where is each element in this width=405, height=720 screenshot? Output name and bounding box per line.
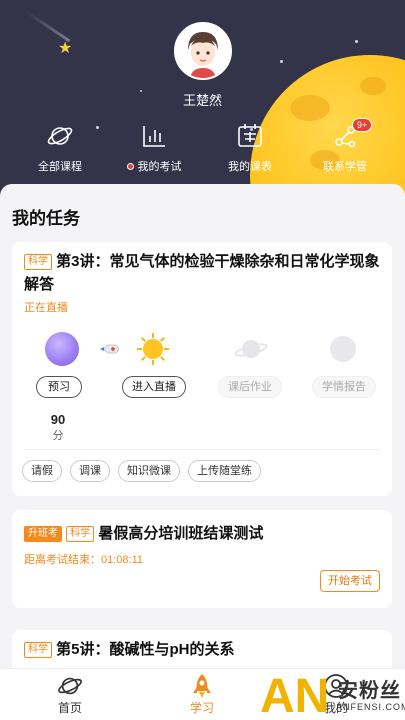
nav-contact-manager[interactable]: 9+ 联系学管 [300, 118, 390, 174]
contact-badge: 9+ [352, 118, 373, 132]
tab-home[interactable]: 首页 [30, 673, 110, 716]
nav-label: 全部课程 [38, 161, 82, 173]
contact-icon [300, 120, 390, 152]
planet-icon [15, 120, 105, 152]
leave-button[interactable]: 请假 [22, 460, 62, 482]
profile-header: ★ 王楚然 全部课程 我的考试 我的课表 9+ 联系学管 [0, 0, 405, 200]
score-unit: 分 [52, 430, 64, 442]
live-status: 正在直播 [24, 302, 68, 314]
schedule-icon [205, 120, 295, 152]
sun-icon [136, 332, 170, 366]
task-actions: 请假 调课 知识微课 上传随堂练 [22, 460, 261, 482]
preview-button[interactable]: 预习 [36, 376, 82, 398]
tab-study[interactable]: 学习 [162, 673, 242, 716]
star-icon: ★ [58, 40, 73, 57]
nav-label: 我的课表 [228, 161, 272, 173]
avatar[interactable] [174, 22, 232, 80]
notification-dot [126, 162, 134, 170]
divider [24, 449, 380, 450]
tab-label: 学习 [189, 701, 214, 715]
subject-tag: 科学 [24, 254, 52, 270]
enter-live-button[interactable]: 进入直播 [122, 376, 186, 398]
nav-label: 我的考试 [137, 161, 182, 173]
task-card-live[interactable]: 科学 第3讲：常见气体的检验干燥除杂和日常化学现象解答 正在直播 预习 进入直播… [12, 242, 392, 496]
star-dot [280, 60, 283, 63]
moon-icon [330, 336, 356, 362]
preview-planet-icon [45, 332, 79, 366]
score: 90 分 [48, 412, 68, 443]
upload-practice-button[interactable]: 上传随堂练 [188, 460, 261, 482]
watermark-text: 安粉丝 [338, 680, 401, 702]
bar-chart-icon [109, 120, 199, 152]
reschedule-button[interactable]: 调课 [70, 460, 110, 482]
score-value: 90 [50, 412, 66, 427]
exam-title: 升班考 科学 暑假高分培训班结课测试 [24, 522, 380, 545]
nav-my-exams[interactable]: 我的考试 [109, 120, 199, 174]
exam-countdown: 距离考试结束：01:08:11 [24, 554, 144, 566]
watermark-subtext: ANFENSI.COM [336, 702, 405, 712]
lesson-title: 科学 第5讲：酸碱性与pH的关系 [24, 638, 380, 661]
saturn-icon [234, 332, 268, 366]
planet-icon [30, 673, 110, 699]
nav-all-courses[interactable]: 全部课程 [15, 120, 105, 174]
nav-label: 联系学管 [323, 161, 367, 173]
section-title: 我的任务 [12, 209, 80, 228]
quick-nav: 全部课程 我的考试 我的课表 9+ 联系学管 [0, 118, 405, 180]
task-title-text: 第3讲：常见气体的检验干燥除杂和日常化学现象解答 [24, 253, 380, 293]
lesson-title-text: 第5讲：酸碱性与pH的关系 [56, 641, 235, 658]
homework-button[interactable]: 课后作业 [218, 376, 282, 398]
star-dot [355, 40, 358, 43]
task-steps: 预习 进入直播 课后作业 学情报告 [12, 332, 392, 402]
watermark-letters: AN [260, 670, 329, 720]
rocket-icon [162, 673, 242, 699]
task-card-lesson[interactable]: 科学 第5讲：酸碱性与pH的关系 [12, 630, 392, 668]
exam-title-text: 暑假高分培训班结课测试 [98, 525, 264, 542]
task-panel: 我的任务 科学 第3讲：常见气体的检验干燥除杂和日常化学现象解答 正在直播 预习 [0, 184, 405, 668]
report-button[interactable]: 学情报告 [312, 376, 376, 398]
micro-lesson-button[interactable]: 知识微课 [118, 460, 180, 482]
start-exam-button[interactable]: 开始考试 [320, 570, 380, 592]
rocket-icon [100, 342, 122, 361]
subject-tag: 科学 [24, 642, 52, 658]
task-card-exam[interactable]: 升班考 科学 暑假高分培训班结课测试 距离考试结束：01:08:11 开始考试 [12, 510, 392, 608]
subject-tag: 科学 [66, 526, 95, 542]
username: 王楚然 [182, 93, 222, 108]
task-title: 科学 第3讲：常见气体的检验干燥除杂和日常化学现象解答 [24, 250, 380, 296]
tab-label: 首页 [57, 701, 82, 715]
promotion-exam-tag: 升班考 [24, 526, 62, 542]
nav-my-schedule[interactable]: 我的课表 [205, 120, 295, 174]
